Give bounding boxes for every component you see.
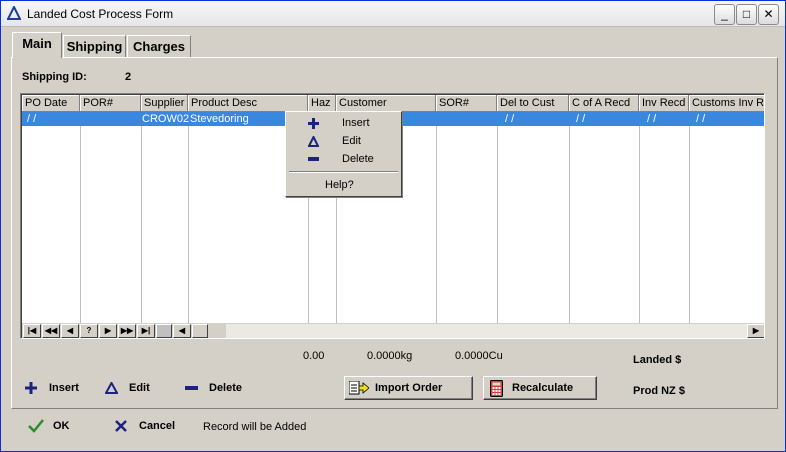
- landed-cost-window: Landed Cost Process Form _ □ ✕ Main Ship…: [0, 0, 786, 452]
- context-separator: [289, 171, 398, 173]
- close-button[interactable]: ✕: [758, 4, 779, 25]
- col-header-del-to-cust[interactable]: Del to Cust: [497, 95, 569, 112]
- col-header-po-date[interactable]: PO Date: [22, 95, 80, 112]
- title-bar[interactable]: Landed Cost Process Form _ □ ✕: [1, 1, 785, 27]
- minimize-button[interactable]: _: [714, 4, 735, 25]
- plus-icon: [308, 118, 319, 129]
- calculator-icon: [490, 380, 503, 397]
- delete-button[interactable]: Delete: [183, 378, 253, 400]
- nav-next-button[interactable]: ▶: [99, 324, 117, 338]
- cell-product-desc[interactable]: Stevedoring: [190, 113, 249, 125]
- tab-shipping[interactable]: Shipping: [63, 35, 126, 57]
- column-divider: [497, 112, 498, 323]
- triangle-icon: [308, 136, 319, 147]
- col-header-c-of-a-recd[interactable]: C of A Recd: [569, 95, 639, 112]
- import-arrow-icon: [349, 381, 369, 395]
- col-header-supplier[interactable]: Supplier: [141, 95, 188, 112]
- recalculate-label: Recalculate: [512, 382, 574, 394]
- column-divider: [80, 112, 81, 323]
- col-header-inv-recd[interactable]: Inv Recd: [639, 95, 689, 112]
- context-edit-item[interactable]: Edit: [286, 133, 401, 150]
- triangle-icon: [105, 382, 118, 394]
- column-divider: [639, 112, 640, 323]
- total-amount: 0.00: [303, 350, 325, 362]
- col-header-sor[interactable]: SOR#: [436, 95, 497, 112]
- col-header-haz[interactable]: Haz: [308, 95, 336, 112]
- nav-prior-page-button[interactable]: ◀◀: [42, 324, 60, 338]
- context-delete-label: Delete: [342, 153, 374, 165]
- scroll-right-button[interactable]: ▶: [747, 324, 764, 338]
- app-triangle-icon: [7, 6, 21, 20]
- cell-customs-inv[interactable]: / /: [696, 113, 705, 125]
- cell-supplier[interactable]: CROW02: [142, 113, 189, 125]
- scroll-left-button[interactable]: ◀: [173, 324, 191, 338]
- cell-inv-recd[interactable]: / /: [647, 113, 656, 125]
- col-header-customs-inv[interactable]: Customs Inv Re: [689, 95, 764, 112]
- nav-help-button[interactable]: ?: [80, 324, 98, 338]
- cancel-button[interactable]: Cancel: [113, 416, 183, 438]
- column-divider: [188, 112, 189, 323]
- maximize-button[interactable]: □: [736, 4, 757, 25]
- total-weight: 0.0000kg: [367, 350, 413, 362]
- column-divider: [569, 112, 570, 323]
- minus-icon: [185, 386, 198, 390]
- ok-button-label: OK: [53, 420, 70, 432]
- import-order-button[interactable]: Import Order: [344, 376, 473, 400]
- window-title: Landed Cost Process Form: [27, 7, 174, 21]
- scroll-thumb-horizontal[interactable]: [192, 324, 208, 338]
- col-header-product-desc[interactable]: Product Desc: [188, 95, 308, 112]
- column-divider: [689, 112, 690, 323]
- status-text: Record will be Added: [203, 421, 307, 433]
- nav-last-button[interactable]: ▶|: [137, 324, 155, 338]
- checkmark-icon: [28, 419, 44, 433]
- total-volume: 0.0000Cu: [455, 350, 503, 362]
- col-header-customer[interactable]: Customer: [336, 95, 436, 112]
- nav-first-button[interactable]: |◀: [23, 324, 41, 338]
- col-header-por[interactable]: POR#: [80, 95, 141, 112]
- minus-icon: [308, 157, 319, 161]
- context-edit-label: Edit: [342, 135, 361, 147]
- insert-button[interactable]: Insert: [23, 378, 93, 400]
- prod-nz-label: Prod NZ $: [633, 385, 685, 397]
- edit-button[interactable]: Edit: [103, 378, 163, 400]
- context-help-label: Help?: [325, 179, 354, 191]
- insert-button-label: Insert: [49, 382, 79, 394]
- cell-c-of-a-recd[interactable]: / /: [576, 113, 585, 125]
- shipping-id-value: 2: [125, 71, 132, 83]
- landed-label: Landed $: [633, 354, 682, 366]
- edit-button-label: Edit: [129, 382, 150, 394]
- import-order-label: Import Order: [375, 382, 443, 394]
- recalculate-button[interactable]: Recalculate: [483, 376, 597, 400]
- shipping-id-label: Shipping ID:: [22, 71, 87, 83]
- x-icon: [115, 420, 127, 432]
- context-insert-item[interactable]: Insert: [286, 115, 401, 132]
- column-divider: [141, 112, 142, 323]
- delete-button-label: Delete: [209, 382, 243, 394]
- column-divider: [436, 112, 437, 323]
- cell-del-to-cust[interactable]: / /: [505, 113, 514, 125]
- context-menu: Insert Edit Delete Help?: [285, 111, 402, 197]
- horizontal-scrollbar[interactable]: [226, 324, 758, 338]
- context-delete-item[interactable]: Delete: [286, 151, 401, 168]
- cancel-button-label: Cancel: [139, 420, 176, 432]
- scroll-thumb[interactable]: [156, 324, 172, 338]
- nav-prior-button[interactable]: ◀: [61, 324, 79, 338]
- grid-navigator: |◀ ◀◀ ◀ ? ▶ ▶▶ ▶| ◀ ▶: [22, 323, 764, 338]
- cell-po-date[interactable]: / /: [27, 113, 36, 125]
- nav-next-page-button[interactable]: ▶▶: [118, 324, 136, 338]
- tab-charges[interactable]: Charges: [127, 35, 191, 57]
- context-help-item[interactable]: Help?: [286, 177, 401, 194]
- context-insert-label: Insert: [342, 117, 370, 129]
- ok-button[interactable]: OK: [26, 416, 76, 438]
- tab-main[interactable]: Main: [12, 32, 62, 58]
- plus-icon: [25, 382, 37, 394]
